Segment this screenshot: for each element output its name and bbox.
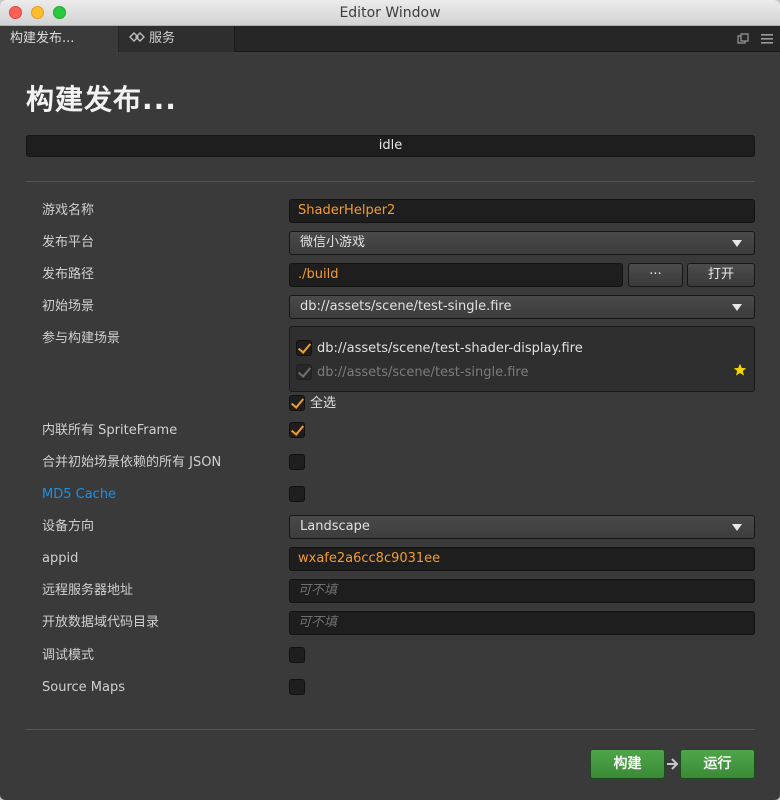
md5-cache-checkbox[interactable] bbox=[289, 486, 305, 502]
page-title: 构建发布... bbox=[26, 83, 177, 116]
game-name-input[interactable]: ShaderHelper2 bbox=[289, 199, 755, 223]
start-scene-value: db://assets/scene/test-single.fire bbox=[300, 299, 512, 314]
tab-build-label: 构建发布... bbox=[10, 31, 75, 46]
platform-label: 发布平台 bbox=[42, 235, 95, 250]
arrow-right-icon bbox=[667, 758, 679, 770]
merge-json-label: 合并初始场景依赖的所有 JSON bbox=[42, 455, 222, 470]
scene-checkbox-2 bbox=[296, 364, 312, 380]
top-divider bbox=[26, 181, 755, 182]
orientation-label: 设备方向 bbox=[42, 519, 95, 534]
scene-path-2: db://assets/scene/test-single.fire bbox=[317, 365, 529, 380]
orientation-select[interactable]: Landscape bbox=[289, 515, 755, 539]
inline-spriteframe-label: 内联所有 SpriteFrame bbox=[42, 423, 178, 438]
md5-cache-label[interactable]: MD5 Cache bbox=[42, 486, 116, 504]
open-data-dir-label: 开放数据域代码目录 bbox=[42, 615, 160, 630]
appid-label: appid bbox=[42, 551, 79, 566]
tab-build[interactable]: 构建发布... bbox=[0, 26, 118, 52]
inline-spriteframe-checkbox[interactable] bbox=[289, 422, 305, 438]
select-all-label: 全选 bbox=[310, 396, 337, 411]
open-path-button[interactable]: 打开 bbox=[687, 263, 755, 287]
title-bar: Editor Window bbox=[0, 0, 780, 26]
services-icon bbox=[129, 27, 145, 42]
popout-icon[interactable] bbox=[736, 32, 750, 46]
platform-value: 微信小游戏 bbox=[300, 235, 366, 250]
run-button[interactable]: 运行 bbox=[680, 749, 755, 779]
browse-path-button[interactable]: ··· bbox=[628, 263, 683, 287]
orientation-value: Landscape bbox=[300, 519, 370, 534]
build-path-input[interactable]: ./build bbox=[289, 263, 623, 287]
tab-services-label: 服务 bbox=[149, 31, 176, 46]
chevron-down-icon bbox=[732, 524, 742, 531]
build-scenes-list bbox=[289, 326, 755, 392]
debug-mode-checkbox[interactable] bbox=[289, 647, 305, 663]
tab-tools bbox=[736, 26, 774, 52]
build-button[interactable]: 构建 bbox=[590, 749, 665, 779]
open-data-dir-input[interactable]: 可不填 bbox=[289, 611, 755, 635]
tab-bar: 构建发布... 服务 bbox=[0, 26, 780, 52]
tab-services[interactable]: 服务 bbox=[119, 26, 235, 52]
source-maps-checkbox[interactable] bbox=[289, 679, 305, 695]
star-icon bbox=[733, 363, 747, 376]
game-name-label: 游戏名称 bbox=[42, 203, 95, 218]
chevron-down-icon bbox=[732, 304, 742, 311]
menu-icon[interactable] bbox=[760, 32, 774, 46]
build-scenes-label: 参与构建场景 bbox=[42, 331, 121, 346]
source-maps-label: Source Maps bbox=[42, 680, 125, 695]
chevron-down-icon bbox=[732, 240, 742, 247]
build-status-bar: idle bbox=[26, 135, 755, 157]
select-all-checkbox[interactable] bbox=[289, 395, 305, 411]
editor-window: Editor Window 构建发布... 服务 构建发布... idle 游戏… bbox=[0, 0, 780, 800]
window-title: Editor Window bbox=[339, 5, 441, 21]
merge-json-checkbox[interactable] bbox=[289, 454, 305, 470]
platform-select[interactable]: 微信小游戏 bbox=[289, 231, 755, 255]
bottom-divider bbox=[26, 729, 755, 730]
build-path-label: 发布路径 bbox=[42, 267, 95, 282]
start-scene-select[interactable]: db://assets/scene/test-single.fire bbox=[289, 295, 755, 319]
scene-checkbox-1[interactable] bbox=[296, 340, 312, 356]
debug-mode-label: 调试模式 bbox=[42, 648, 95, 663]
remote-server-input[interactable]: 可不填 bbox=[289, 579, 755, 603]
start-scene-label: 初始场景 bbox=[42, 299, 95, 314]
scene-path-1: db://assets/scene/test-shader-display.fi… bbox=[317, 341, 583, 356]
appid-input[interactable]: wxafe2a6cc8c9031ee bbox=[289, 547, 755, 571]
remote-server-label: 远程服务器地址 bbox=[42, 583, 134, 598]
